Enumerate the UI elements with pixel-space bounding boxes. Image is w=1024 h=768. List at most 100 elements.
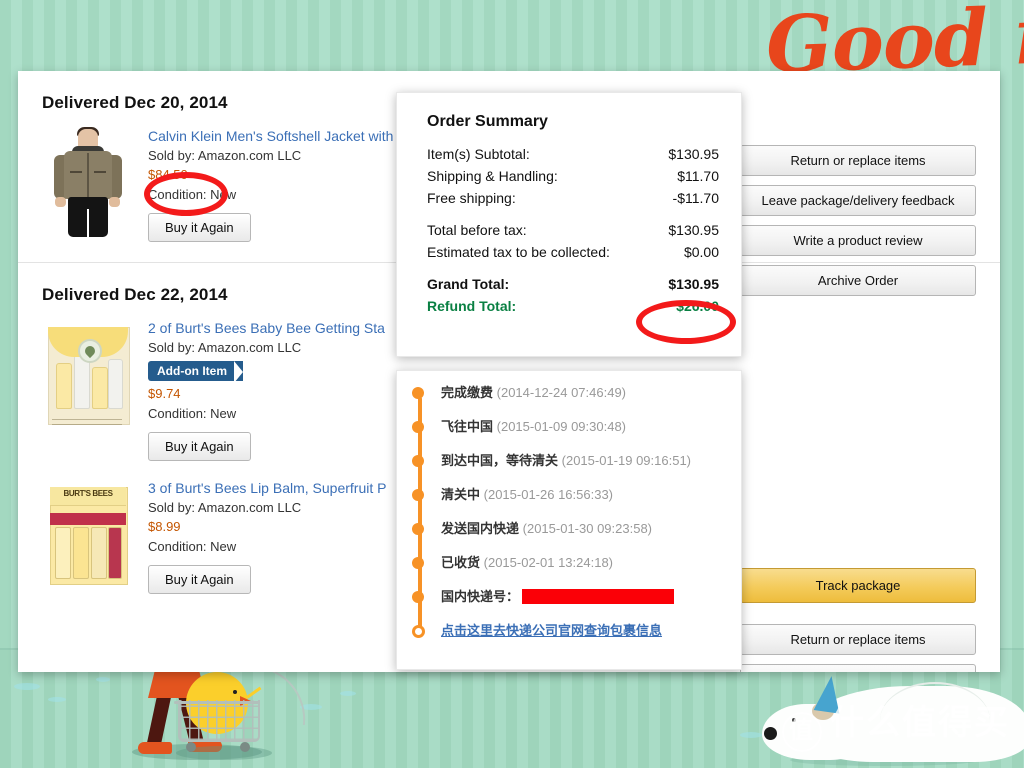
leave-package-feedback-button[interactable]: Leave package/delivery feedback bbox=[740, 185, 976, 216]
summary-label: Shipping & Handling: bbox=[427, 168, 558, 184]
summary-value: $26.00 bbox=[676, 298, 719, 314]
item-condition: Condition: New bbox=[148, 539, 237, 554]
timeline-dot-icon bbox=[412, 387, 424, 399]
tracking-event-label: 发送国内快递 bbox=[441, 521, 520, 536]
tracking-event: 完成缴费 (2014-12-24 07:46:49) bbox=[412, 385, 731, 419]
tracking-event: 发送国内快递 (2015-01-30 09:23:58) bbox=[412, 521, 731, 555]
summary-value: $130.95 bbox=[668, 276, 719, 292]
watermark-badge-icon: 值 bbox=[782, 712, 822, 752]
summary-value: $130.95 bbox=[668, 222, 719, 238]
summary-row-free-shipping: Free shipping: -$11.70 bbox=[427, 187, 719, 209]
summary-value: $0.00 bbox=[683, 244, 719, 260]
leave-package-feedback-button[interactable]: Leave package/delivery feedback bbox=[740, 664, 976, 672]
snow-fleck bbox=[14, 683, 40, 690]
order-actions-2: Track package Return or replace items Le… bbox=[740, 568, 976, 672]
timeline-dot-icon bbox=[412, 625, 425, 638]
watermark-text: 什么值得买 bbox=[830, 704, 1010, 742]
carrier-lookup-row: 点击这里去快递公司官网查询包裹信息 bbox=[412, 623, 731, 639]
write-product-review-button[interactable]: Write a product review bbox=[740, 225, 976, 256]
summary-label: Free shipping: bbox=[427, 190, 516, 206]
snow-fleck bbox=[96, 677, 110, 682]
bird-eye-illustration bbox=[233, 690, 237, 694]
summary-value: $130.95 bbox=[668, 146, 719, 162]
tracking-event-time: (2015-02-01 13:24:18) bbox=[483, 555, 614, 570]
tracking-event-label: 飞往中国 bbox=[441, 419, 494, 434]
order-items-2: 2 of Burt's Bees Baby Bee Getting Sta So… bbox=[42, 315, 422, 608]
screenshot-root: Good night 值什么值得买 Delivered Dec 20, 2014 bbox=[0, 0, 1024, 768]
tracking-event-label: 到达中国，等待清关 bbox=[441, 453, 559, 468]
tracking-event-time: (2015-01-26 16:56:33) bbox=[483, 487, 614, 502]
add-on-item-badge: Add-on Item bbox=[148, 361, 243, 383]
tracking-event-time: (2015-01-09 09:30:48) bbox=[496, 419, 627, 434]
summary-value: $11.70 bbox=[677, 168, 719, 184]
tracking-event-label: 已收货 bbox=[441, 555, 481, 570]
timeline-dot-icon bbox=[412, 591, 424, 603]
timeline-dot-icon bbox=[412, 489, 424, 501]
order-item-details: 3 of Burt's Bees Lip Balm, Superfruit P … bbox=[148, 479, 422, 594]
timeline-dot-icon bbox=[412, 557, 424, 569]
timeline-dot-icon bbox=[412, 523, 424, 535]
summary-row-items-subtotal: Item(s) Subtotal: $130.95 bbox=[427, 143, 719, 165]
walker-shoe-illustration bbox=[138, 742, 172, 754]
redacted-tracking-number bbox=[522, 589, 675, 604]
summary-row-grand-total: Grand Total: $130.95 bbox=[427, 273, 719, 295]
timeline-dot-icon bbox=[412, 455, 424, 467]
product-thumbnail-burts-bees-set[interactable] bbox=[42, 319, 134, 431]
cart-wheel-illustration bbox=[186, 742, 196, 752]
order-item-details: Calvin Klein Men's Softshell Jacket with… bbox=[148, 127, 422, 242]
carrier-website-link[interactable]: 点击这里去快递公司官网查询包裹信息 bbox=[441, 623, 662, 638]
summary-row-total-before-tax: Total before tax: $130.95 bbox=[427, 219, 719, 241]
tracking-timeline: 完成缴费 (2014-12-24 07:46:49) 飞往中国 (2015-01… bbox=[397, 371, 741, 649]
product-title-link[interactable]: 2 of Burt's Bees Baby Bee Getting Sta bbox=[148, 319, 422, 338]
item-price: $9.74 bbox=[148, 386, 181, 401]
return-or-replace-items-button[interactable]: Return or replace items bbox=[740, 145, 976, 176]
item-price: $84.50 bbox=[148, 167, 188, 182]
summary-label: Total before tax: bbox=[427, 222, 527, 238]
summary-label: Grand Total: bbox=[427, 276, 510, 292]
tracking-event-time: (2015-01-30 09:23:58) bbox=[522, 521, 653, 536]
summary-row-estimated-tax: Estimated tax to be collected: $0.00 bbox=[427, 241, 719, 263]
shipment-tracking-panel: 完成缴费 (2014-12-24 07:46:49) 飞往中国 (2015-01… bbox=[396, 370, 742, 670]
smzdm-watermark: 值什么值得买 bbox=[782, 695, 1010, 752]
sold-by-text: Sold by: Amazon.com LLC bbox=[148, 500, 302, 515]
order-item-row: Calvin Klein Men's Softshell Jacket with… bbox=[42, 123, 422, 256]
order-item-row: BURT'S BEES 3 of Burt's Bees Lip Balm, S… bbox=[42, 475, 422, 608]
summary-row-shipping-handling: Shipping & Handling: $11.70 bbox=[427, 165, 719, 187]
buy-it-again-button[interactable]: Buy it Again bbox=[148, 213, 251, 242]
order-summary-group-pretax: Total before tax: $130.95 Estimated tax … bbox=[427, 219, 719, 263]
tracking-event-label: 清关中 bbox=[441, 487, 481, 502]
summary-label: Refund Total: bbox=[427, 298, 517, 314]
timeline-dot-icon bbox=[412, 421, 424, 433]
tracking-event: 清关中 (2015-01-26 16:56:33) bbox=[412, 487, 731, 521]
order-item-details: 2 of Burt's Bees Baby Bee Getting Sta So… bbox=[148, 319, 422, 461]
tracking-event-label: 完成缴费 bbox=[441, 385, 494, 400]
order-item-row: 2 of Burt's Bees Baby Bee Getting Sta So… bbox=[42, 315, 422, 475]
product-title-link[interactable]: 3 of Burt's Bees Lip Balm, Superfruit P bbox=[148, 479, 422, 498]
track-package-button[interactable]: Track package bbox=[740, 568, 976, 603]
return-or-replace-items-button[interactable]: Return or replace items bbox=[740, 624, 976, 655]
summary-label: Item(s) Subtotal: bbox=[427, 146, 530, 162]
order-summary-group-subtotals: Item(s) Subtotal: $130.95 Shipping & Han… bbox=[427, 143, 719, 209]
item-price: $8.99 bbox=[148, 519, 181, 534]
tracking-event-time: (2014-12-24 07:46:49) bbox=[496, 385, 627, 400]
tracking-event: 到达中国，等待清关 (2015-01-19 09:16:51) bbox=[412, 453, 731, 487]
cart-wheel-illustration bbox=[240, 742, 250, 752]
tracking-event: 已收货 (2015-02-01 13:24:18) bbox=[412, 555, 731, 589]
sold-by-text: Sold by: Amazon.com LLC bbox=[148, 340, 302, 355]
buy-it-again-button[interactable]: Buy it Again bbox=[148, 432, 251, 461]
order-summary-title: Order Summary bbox=[427, 113, 548, 130]
shopping-cart-basket-illustration bbox=[178, 700, 260, 742]
cart-rim-illustration bbox=[174, 701, 260, 704]
product-thumbnail-jacket[interactable] bbox=[42, 127, 134, 239]
order-summary-panel: Order Summary Item(s) Subtotal: $130.95 … bbox=[396, 92, 742, 357]
order-items-1: Calvin Klein Men's Softshell Jacket with… bbox=[42, 123, 422, 256]
tracking-event: 飞往中国 (2015-01-09 09:30:48) bbox=[412, 419, 731, 453]
buy-it-again-button[interactable]: Buy it Again bbox=[148, 565, 251, 594]
summary-value: -$11.70 bbox=[672, 190, 719, 206]
item-condition: Condition: New bbox=[148, 187, 237, 202]
product-thumbnail-lip-balm[interactable]: BURT'S BEES bbox=[42, 479, 134, 591]
tracking-number-label: 国内快递号： bbox=[441, 589, 520, 604]
polar-bear-nose-illustration bbox=[764, 727, 777, 740]
product-title-link[interactable]: Calvin Klein Men's Softshell Jacket with bbox=[148, 127, 422, 146]
item-condition: Condition: New bbox=[148, 406, 237, 421]
